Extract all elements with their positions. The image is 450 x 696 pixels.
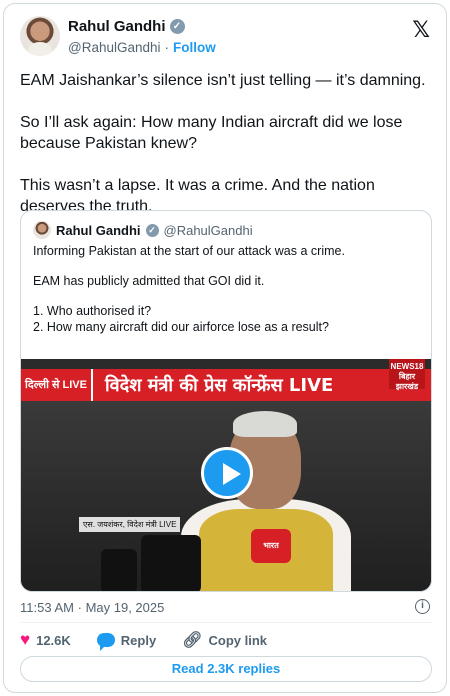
quoted-name: Rahul Gandhi	[56, 222, 141, 238]
author-handle-row: @RahulGandhi · Follow	[68, 40, 216, 55]
avatar[interactable]	[20, 16, 60, 56]
copy-link-label: Copy link	[208, 632, 268, 648]
follow-button[interactable]: Follow	[173, 40, 216, 55]
video-caption: एस. जयशंकर, विदेश मंत्री LIVE	[79, 517, 181, 532]
link-icon: 🔗︎	[182, 632, 203, 649]
quoted-avatar	[33, 221, 51, 239]
author-name-row: Rahul Gandhi ✓	[68, 18, 185, 35]
quoted-line: 1. Who authorised it?	[33, 304, 152, 318]
video-player[interactable]: भारत एस. जयशंकर, विदेश मंत्री LIVE दिल्ल…	[21, 359, 431, 591]
quoted-line: 2. How many aircraft did our airforce lo…	[33, 320, 329, 334]
tweet-paragraph: So I’ll ask again: How many Indian aircr…	[20, 114, 403, 152]
like-count: 12.6K	[36, 632, 71, 648]
microphone	[101, 549, 137, 591]
video-banner: दिल्ली से LIVE विदेश मंत्री की प्रेस कॉन…	[21, 369, 431, 401]
tweet-card: Rahul Gandhi ✓ @RahulGandhi · Follow 𝕏 E…	[3, 3, 447, 693]
post-date: May 19, 2025	[85, 600, 165, 615]
divider	[20, 622, 432, 623]
info-icon[interactable]: i	[415, 599, 430, 614]
post-time: 11:53 AM	[20, 600, 74, 615]
microphone-cluster	[141, 535, 201, 591]
quoted-handle: @RahulGandhi	[163, 222, 253, 238]
play-icon[interactable]	[201, 447, 253, 499]
reply-bubble-icon	[96, 633, 115, 651]
action-bar: ♥ 12.6K Reply 🔗︎ Copy link	[20, 630, 293, 651]
verified-badge-icon: ✓	[169, 19, 185, 34]
reply-button[interactable]: Reply	[96, 632, 157, 651]
channel-logo: NEWS18 बिहार झारखंड	[389, 359, 425, 391]
heart-icon: ♥	[20, 630, 31, 649]
banner-left-label: दिल्ली से LIVE	[21, 369, 93, 401]
read-replies-button[interactable]: Read 2.3K replies	[20, 656, 432, 682]
separator: ·	[77, 600, 82, 615]
quoted-header: Rahul Gandhi ✓ @RahulGandhi	[33, 221, 253, 239]
x-logo[interactable]: 𝕏	[412, 18, 430, 43]
banner-title: विदेश मंत्री की प्रेस कॉन्फ्रेंस LIVE	[105, 375, 334, 396]
speaker-hair	[233, 411, 297, 437]
separator: ·	[164, 40, 170, 55]
reply-label: Reply	[120, 632, 157, 648]
timestamp[interactable]: 11:53 AM · May 19, 2025	[20, 600, 164, 615]
verified-badge-icon: ✓	[145, 223, 159, 237]
quoted-tweet[interactable]: Rahul Gandhi ✓ @RahulGandhi Informing Pa…	[20, 210, 432, 592]
quoted-line: Informing Pakistan at the start of our a…	[33, 244, 345, 258]
like-button[interactable]: ♥ 12.6K	[20, 630, 71, 649]
copy-link-button[interactable]: 🔗︎ Copy link	[182, 630, 267, 650]
quoted-line: EAM has publicly admitted that GOI did i…	[33, 274, 265, 288]
red-microphone: भारत	[251, 529, 291, 563]
author-handle[interactable]: @RahulGandhi	[68, 40, 161, 55]
quoted-text: Informing Pakistan at the start of our a…	[33, 243, 421, 335]
author-name[interactable]: Rahul Gandhi	[68, 18, 166, 35]
tweet-paragraph: EAM Jaishankar’s silence isn’t just tell…	[20, 72, 426, 89]
